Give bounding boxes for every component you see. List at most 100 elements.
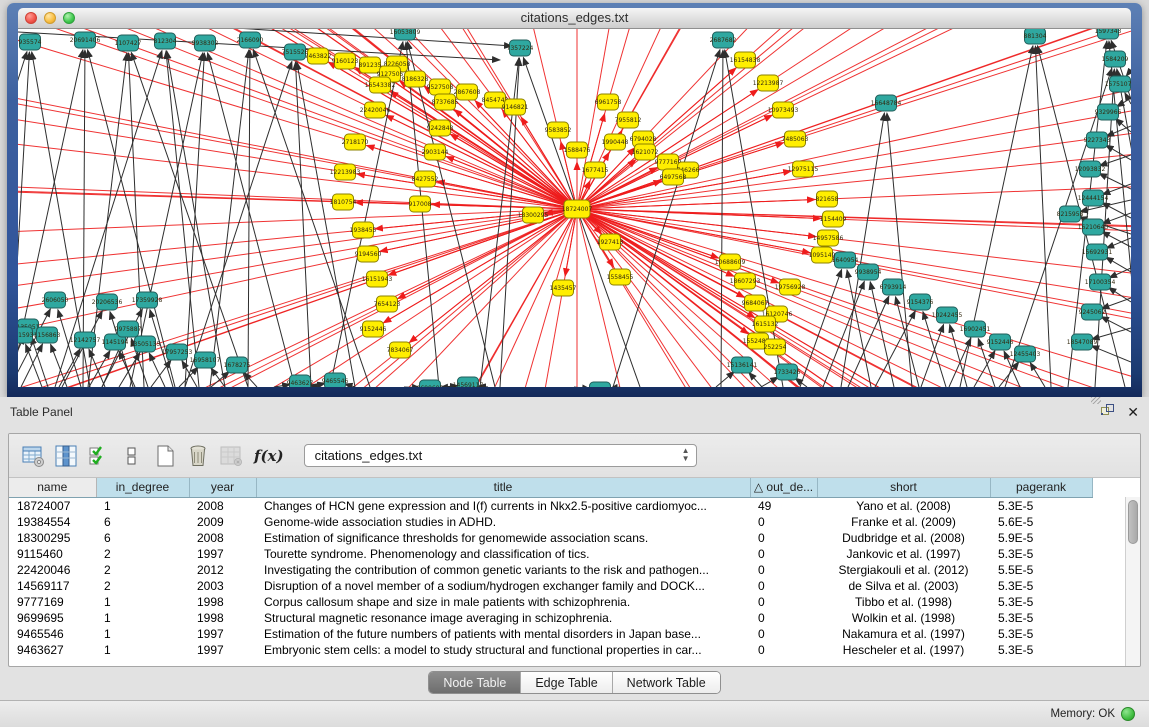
table-cell[interactable]: 19384554	[9, 514, 96, 530]
minimize-window-button[interactable]	[44, 12, 56, 24]
column-header-in_degree[interactable]: in_degree	[96, 478, 189, 497]
table-row[interactable]: 1830029562008Estimation of significance …	[9, 530, 1092, 546]
table-cell[interactable]: 5.3E-5	[990, 497, 1092, 514]
table-cell[interactable]: 1997	[189, 642, 256, 658]
table-cell[interactable]: 5.3E-5	[990, 626, 1092, 642]
table-cell[interactable]: Disruption of a novel member of a sodium…	[256, 578, 750, 594]
table-cell[interactable]: 0	[750, 610, 817, 626]
zoom-window-button[interactable]	[63, 12, 75, 24]
table-cell[interactable]: 1	[96, 594, 189, 610]
table-cell[interactable]: Yano et al. (2008)	[817, 497, 990, 514]
close-window-button[interactable]	[25, 12, 37, 24]
table-cell[interactable]: 5.5E-5	[990, 562, 1092, 578]
column-header-year[interactable]: year	[189, 478, 256, 497]
network-graph[interactable]: 9355742069140611074278123049938302216609…	[18, 29, 1131, 387]
table-cell[interactable]: Wolkin et al. (1998)	[817, 610, 990, 626]
table-cell[interactable]: 5.3E-5	[990, 594, 1092, 610]
table-cell[interactable]: 2	[96, 562, 189, 578]
table-cell[interactable]: 9115460	[9, 546, 96, 562]
table-cell[interactable]: Nakamura et al. (1997)	[817, 626, 990, 642]
column-header-out_de[interactable]: △ out_de...	[750, 478, 817, 497]
table-cell[interactable]: 0	[750, 562, 817, 578]
tab-edge-table[interactable]: Edge Table	[521, 672, 612, 693]
table-cell[interactable]: Dudbridge et al. (2008)	[817, 530, 990, 546]
row-height-icon[interactable]	[118, 442, 146, 470]
table-cell[interactable]: 0	[750, 546, 817, 562]
table-cell[interactable]: 0	[750, 594, 817, 610]
table-cell[interactable]: Estimation of significance thresholds fo…	[256, 530, 750, 546]
table-cell[interactable]: 1997	[189, 626, 256, 642]
table-vertical-scrollbar[interactable]	[1125, 497, 1140, 667]
table-mode-icon[interactable]	[19, 442, 47, 470]
table-row[interactable]: 977716911998Corpus callosum shape and si…	[9, 594, 1092, 610]
float-panel-icon[interactable]	[1100, 403, 1115, 421]
table-cell[interactable]: 2	[96, 546, 189, 562]
table-cell[interactable]: 9699695	[9, 610, 96, 626]
scrollbar-thumb[interactable]	[1128, 500, 1138, 544]
table-cell[interactable]: 2009	[189, 514, 256, 530]
table-row[interactable]: 911546021997Tourette syndrome. Phenomeno…	[9, 546, 1092, 562]
table-cell[interactable]: 0	[750, 642, 817, 658]
table-cell[interactable]: 49	[750, 497, 817, 514]
table-cell[interactable]: 22420046	[9, 562, 96, 578]
table-cell[interactable]: 1998	[189, 610, 256, 626]
table-cell[interactable]: 5.3E-5	[990, 610, 1092, 626]
tab-network-table[interactable]: Network Table	[613, 672, 720, 693]
table-cell[interactable]: Tibbo et al. (1998)	[817, 594, 990, 610]
table-cell[interactable]: 5.3E-5	[990, 578, 1092, 594]
close-panel-icon[interactable]: ✕	[1127, 405, 1139, 419]
new-table-icon[interactable]	[151, 442, 179, 470]
table-cell[interactable]: 0	[750, 626, 817, 642]
table-cell[interactable]: 6	[96, 514, 189, 530]
table-cell[interactable]: 9465546	[9, 626, 96, 642]
table-cell[interactable]: 0	[750, 578, 817, 594]
window-titlebar[interactable]: citations_edges.txt	[18, 8, 1131, 29]
table-cell[interactable]: 5.9E-5	[990, 530, 1092, 546]
column-header-short[interactable]: short	[817, 478, 990, 497]
table-cell[interactable]: Embryonic stem cells: a model to study s…	[256, 642, 750, 658]
column-header-pagerank[interactable]: pagerank	[990, 478, 1092, 497]
table-row[interactable]: 969969511998Structural magnetic resonanc…	[9, 610, 1092, 626]
table-cell[interactable]: 18300295	[9, 530, 96, 546]
table-cell[interactable]: 9463627	[9, 642, 96, 658]
table-cell[interactable]: 1	[96, 626, 189, 642]
table-cell[interactable]: 0	[750, 514, 817, 530]
table-cell[interactable]: Estimation of the future numbers of pati…	[256, 626, 750, 642]
table-row[interactable]: 1872400712008Changes of HCN gene express…	[9, 497, 1092, 514]
table-selector-dropdown[interactable]: citations_edges.txt ▲▼	[304, 444, 697, 467]
table-cell[interactable]: Hescheler et al. (1997)	[817, 642, 990, 658]
row-selection-icon[interactable]	[85, 442, 113, 470]
table-cell[interactable]: Changes of HCN gene expression and I(f) …	[256, 497, 750, 514]
table-row[interactable]: 946362711997Embryonic stem cells: a mode…	[9, 642, 1092, 658]
table-row[interactable]: 1938455462009Genome-wide association stu…	[9, 514, 1092, 530]
table-row[interactable]: 946554611997Estimation of the future num…	[9, 626, 1092, 642]
table-cell[interactable]: Structural magnetic resonance image aver…	[256, 610, 750, 626]
table-cell[interactable]: 1997	[189, 546, 256, 562]
table-cell[interactable]: 1	[96, 642, 189, 658]
table-cell[interactable]: Tourette syndrome. Phenomenology and cla…	[256, 546, 750, 562]
table-cell[interactable]: 18724007	[9, 497, 96, 514]
table-cell[interactable]: 2012	[189, 562, 256, 578]
memory-status-indicator[interactable]	[1121, 707, 1135, 721]
table-cell[interactable]: 1	[96, 497, 189, 514]
function-builder-icon[interactable]: f(x)	[254, 447, 284, 465]
table-cell[interactable]: 2008	[189, 497, 256, 514]
table-cell[interactable]: Investigating the contribution of common…	[256, 562, 750, 578]
table-cell[interactable]: Corpus callosum shape and size in male p…	[256, 594, 750, 610]
table-cell[interactable]: 5.6E-5	[990, 514, 1092, 530]
table-row[interactable]: 1456911722003Disruption of a novel membe…	[9, 578, 1092, 594]
table-cell[interactable]: 9777169	[9, 594, 96, 610]
table-cell[interactable]: 1998	[189, 594, 256, 610]
table-cell[interactable]: Jankovic et al. (1997)	[817, 546, 990, 562]
table-cell[interactable]: 6	[96, 530, 189, 546]
delete-table-trash-icon[interactable]	[184, 442, 212, 470]
table-cell[interactable]: Genome-wide association studies in ADHD.	[256, 514, 750, 530]
table-row[interactable]: 2242004622012Investigating the contribut…	[9, 562, 1092, 578]
table-cell[interactable]: 5.3E-5	[990, 546, 1092, 562]
column-visibility-icon[interactable]	[52, 442, 80, 470]
table-cell[interactable]: 5.3E-5	[990, 642, 1092, 658]
table-cell[interactable]: 2008	[189, 530, 256, 546]
column-header-name[interactable]: name	[9, 478, 96, 497]
table-cell[interactable]: de Silva et al. (2003)	[817, 578, 990, 594]
table-cell[interactable]: 0	[750, 530, 817, 546]
